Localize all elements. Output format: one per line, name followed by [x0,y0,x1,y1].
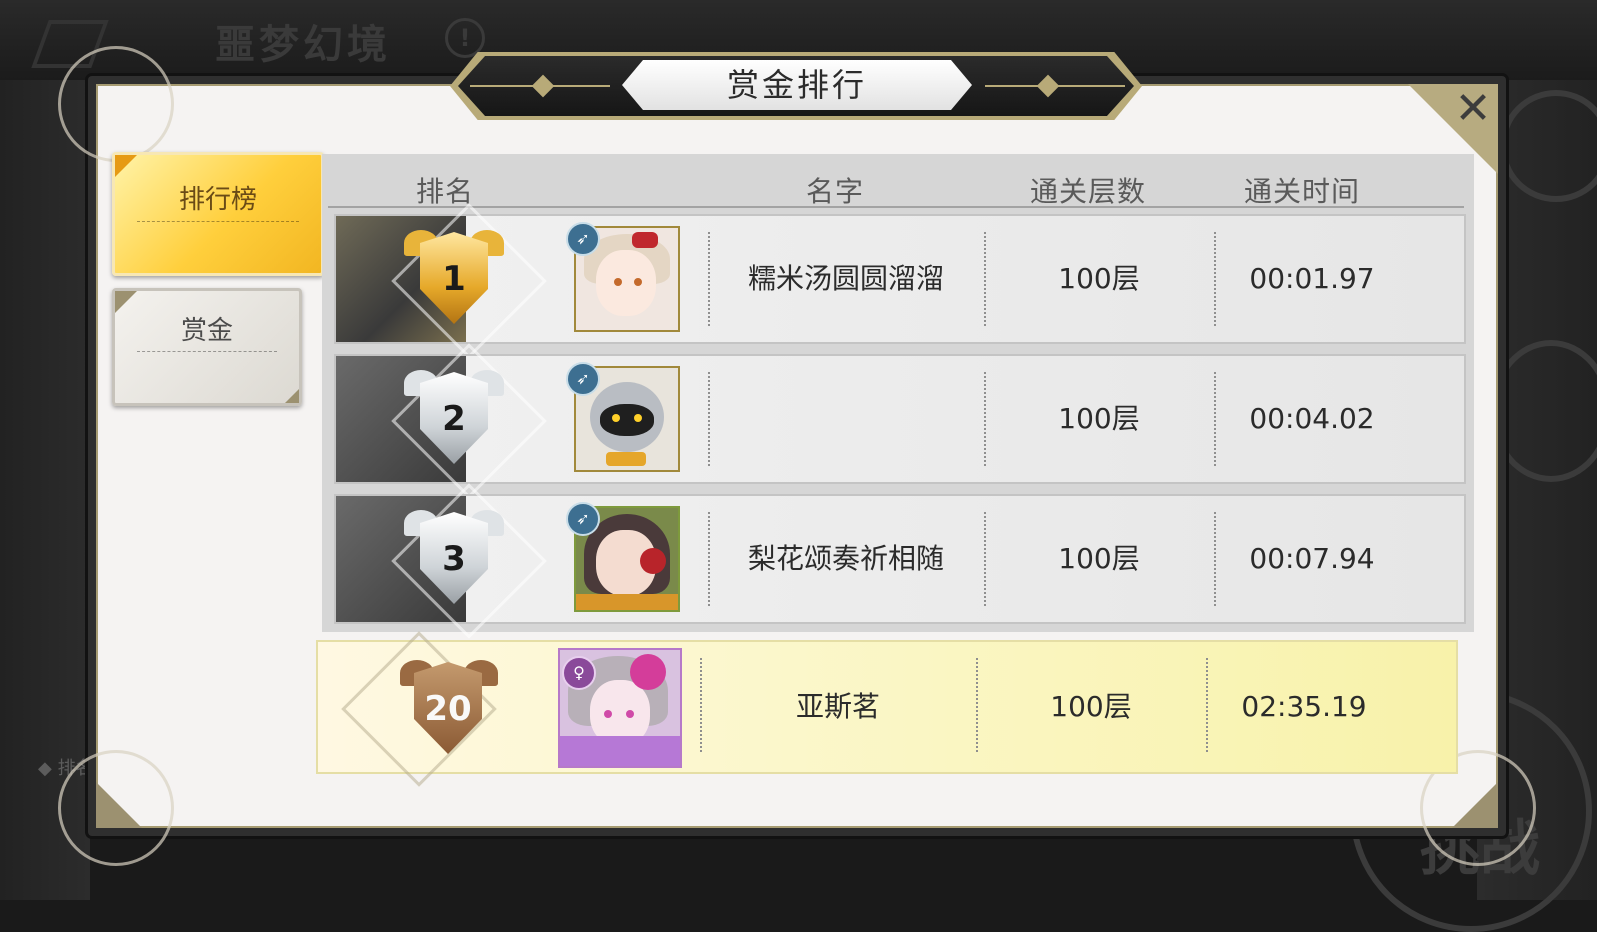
corner-trim [96,782,142,828]
background-title: 噩梦幻境 [215,22,391,68]
corner-ornament [58,46,174,162]
my-player-name: 亚斯茗 [795,690,880,723]
avatar-face [596,250,656,316]
close-icon: ✕ [1454,83,1492,134]
header-divider [328,206,1464,208]
player-name: 糯米汤圆圆溜溜 [747,262,944,295]
tab-underline [137,351,277,352]
my-cleared-floors: 100层 [1050,690,1132,723]
my-ranking-row[interactable]: 20 ♀ 亚斯茗 100层 02:35.19 [316,631,1458,787]
player-name: 梨花颂奏祈相随 [747,542,944,575]
avatar-visor [600,404,654,436]
table-row[interactable]: 3 ➶ 梨花颂奏祈相随 100层 00:07.94 [334,483,1466,639]
bow-icon: ➶ [566,362,600,396]
bow-icon: ➶ [566,502,600,536]
clear-time: 00:04.02 [1249,402,1375,435]
ranking-table: 排名 名字 通关层数 通关时间 1 ➶ 糯米汤圆圆溜溜 100层 00:01.9… [322,154,1474,639]
tab-corner-accent [115,291,137,313]
avatar-bow [632,232,658,248]
cleared-floors: 100层 [1058,262,1140,295]
column-header-time: 通关时间 [1244,175,1361,208]
avatar-eye [612,414,620,422]
tab-bounty[interactable]: 赏金 [112,288,302,406]
tab-underline [137,221,299,222]
corner-trim [1452,782,1498,828]
avatar-eye [614,278,622,286]
avatar-collar [606,452,646,466]
dialog-title: 赏金排行 [622,60,972,110]
table-row[interactable]: 1 ➶ 糯米汤圆圆溜溜 100层 00:01.97 [334,203,1466,359]
avatar-harvest-frame [576,594,678,610]
column-header-rank: 排名 [416,175,475,208]
avatar-horn [630,654,666,690]
table-row[interactable]: 2 ➶ 100层 00:04.02 [334,343,1466,499]
avatar-eye [634,278,642,286]
player-name [708,356,984,482]
tab-corner-accent [115,155,137,177]
tab-leaderboard[interactable]: 排行榜 [112,152,324,276]
my-clear-time: 02:35.19 [1241,690,1367,723]
bow-icon: ➶ [566,222,600,256]
cleared-floors: 100层 [1058,402,1140,435]
avatar-outfit [560,736,680,766]
avatar-eye [634,414,642,422]
female-symbol-icon: ♀ [562,656,596,690]
avatar-flower [640,548,666,574]
tab-label: 排行榜 [178,185,257,215]
tab-label: 赏金 [180,316,233,346]
avatar-eye [626,710,634,718]
avatar-eye [604,710,612,718]
column-header-floors: 通关层数 [1030,175,1147,208]
cleared-floors: 100层 [1058,542,1140,575]
clear-time: 00:07.94 [1249,542,1375,575]
close-button[interactable]: ✕ [1448,84,1498,134]
clear-time: 00:01.97 [1249,262,1375,295]
tab-corner-accent [285,389,299,403]
column-header-name: 名字 [806,175,865,208]
